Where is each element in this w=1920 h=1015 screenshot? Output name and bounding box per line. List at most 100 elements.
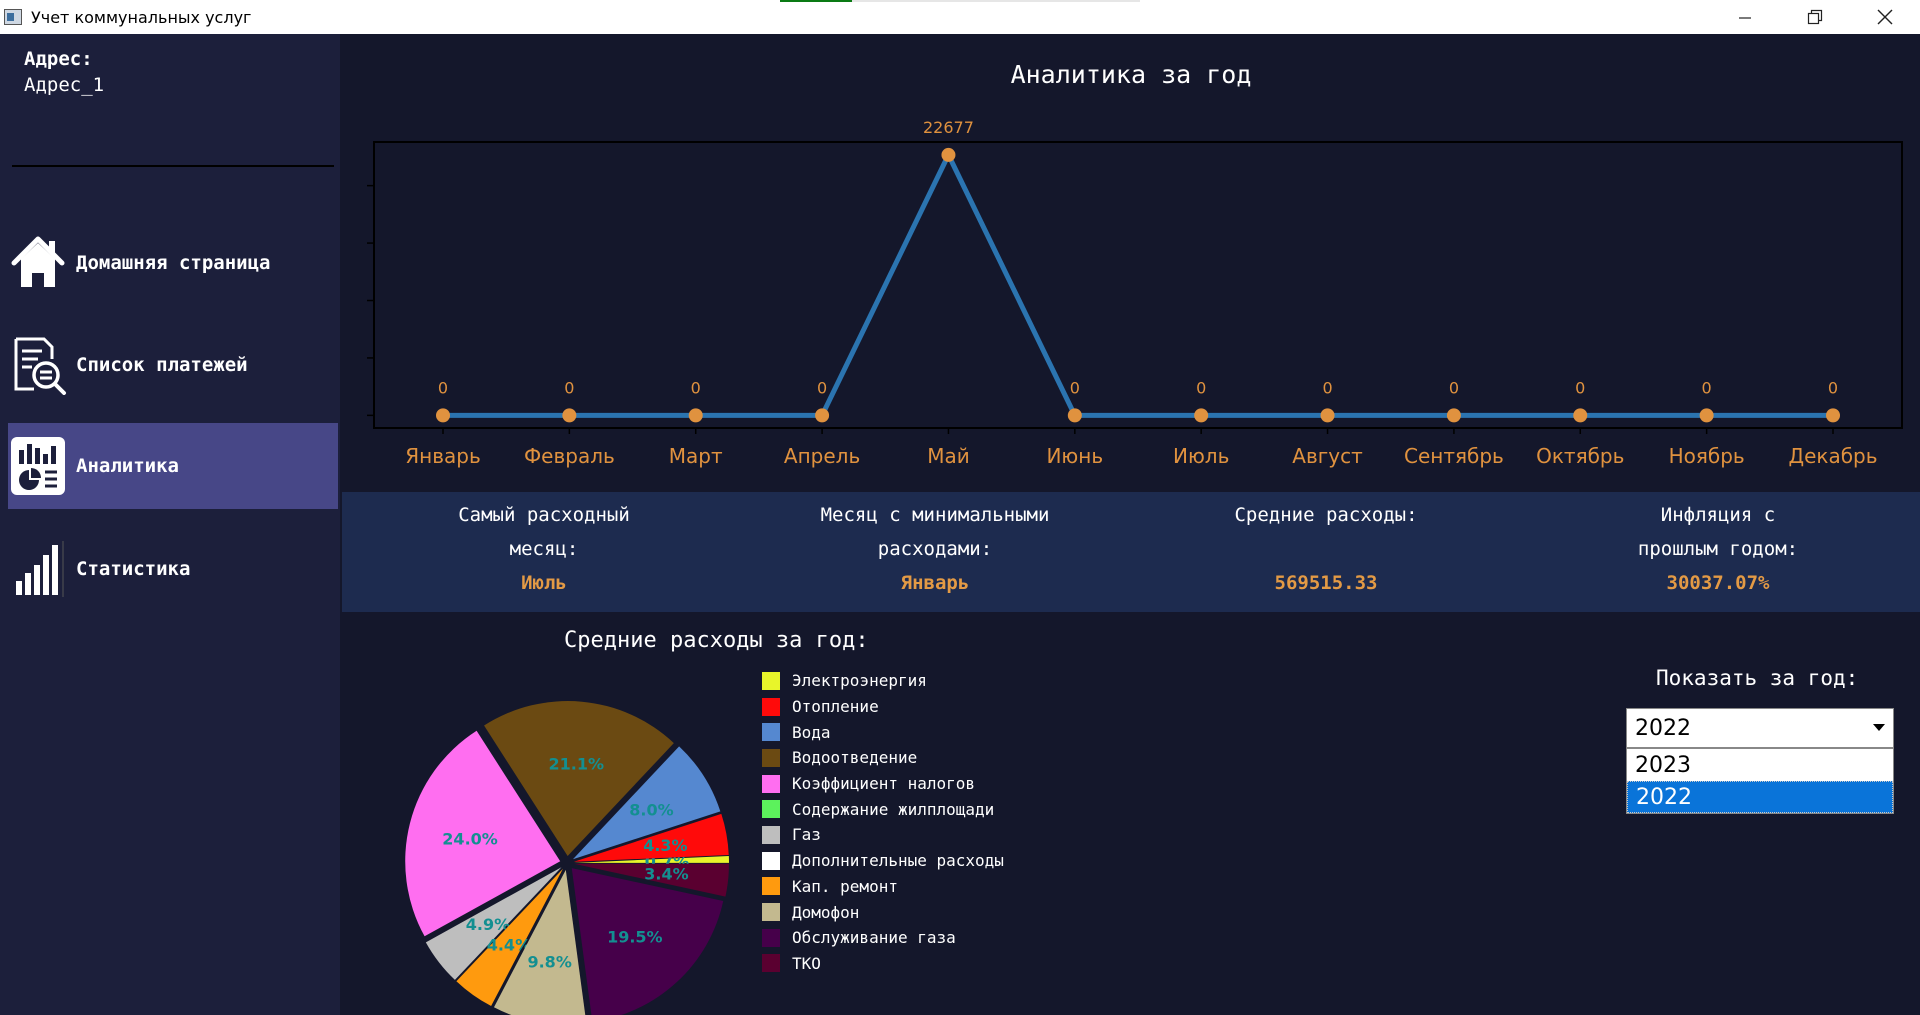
legend-label: Обслуживание газа: [792, 928, 956, 948]
data-point: [1446, 408, 1461, 423]
pie-pct-label: 3.4%: [644, 865, 688, 884]
data-label: 0: [1196, 378, 1206, 397]
stat-max-month: Самый расходный месяц: Июль: [384, 498, 704, 600]
data-point: [1194, 408, 1209, 423]
legend-label: Кап. ремонт: [792, 876, 898, 896]
pie-pct-label: 21.1%: [548, 754, 604, 773]
stat-average: Средние расходы: 569515.33: [1166, 498, 1486, 600]
data-point: [688, 408, 703, 423]
data-point: [436, 408, 450, 423]
legend-item: Коэффициент налогов: [762, 771, 1004, 797]
sidebar-item-home[interactable]: Домашняя страница: [8, 220, 338, 306]
sidebar-item-statistics[interactable]: Статистика: [8, 526, 338, 612]
close-button[interactable]: [1850, 0, 1920, 34]
stat-value: 569515.33: [1274, 572, 1378, 594]
stat-min-month: Месяц с минимальными расходами: Январь: [775, 498, 1095, 600]
legend-label: Содержание жилплощади: [792, 799, 995, 819]
legend-label: Коэффициент налогов: [792, 774, 976, 794]
stat-inflation: Инфляция с прошлым годом: 30037.07%: [1558, 498, 1878, 600]
legend-item: Отопление: [762, 694, 1004, 720]
plot-frame: [373, 141, 1903, 429]
legend-item: Электроэнергия: [762, 668, 1004, 694]
statistics-icon: [8, 539, 68, 599]
stat-value: 30037.07%: [1666, 572, 1770, 594]
data-point: [941, 147, 956, 162]
x-tick-label: Май: [927, 444, 970, 468]
data-label: 0: [1702, 378, 1712, 397]
data-label: 0: [817, 378, 827, 397]
sidebar-item-label: Аналитика: [76, 455, 179, 477]
pie-pct-label: 4.9%: [466, 915, 510, 934]
legend-swatch: [762, 954, 780, 973]
legend-swatch: [762, 671, 780, 690]
legend-label: Водоотведение: [792, 748, 918, 768]
legend-label: Домофон: [792, 902, 860, 922]
legend-item: Домофон: [762, 899, 1004, 925]
sidebar-item-analytics[interactable]: Аналитика: [8, 423, 338, 509]
pie-pct-label: 19.5%: [607, 927, 663, 946]
chevron-down-icon[interactable]: [1873, 724, 1885, 731]
legend-swatch: [762, 903, 780, 922]
year-options-list: 2023 2022: [1626, 748, 1894, 814]
pie-chart-title: Средние расходы за год:: [564, 628, 869, 653]
legend-label: Дополнительные расходы: [792, 851, 1004, 871]
legend-swatch: [762, 800, 780, 819]
stat-value: Январь: [900, 572, 970, 594]
loading-progress-bar: [780, 0, 1140, 2]
legend-item: Обслуживание газа: [762, 925, 1004, 951]
pie-pct-label: 4.3%: [643, 836, 687, 855]
data-point: [1573, 408, 1588, 423]
sidebar-item-payments[interactable]: Список платежей: [8, 322, 338, 408]
year-option-selected[interactable]: 2022: [1627, 781, 1893, 813]
legend-swatch: [762, 723, 780, 742]
legend-item: Газ: [762, 822, 1004, 848]
legend-swatch: [762, 697, 780, 716]
sidebar-divider: [12, 165, 334, 167]
legend-swatch: [762, 774, 780, 793]
legend-label: Электроэнергия: [792, 671, 927, 691]
x-tick-label: Июль: [1173, 444, 1229, 468]
minimize-button[interactable]: [1710, 0, 1780, 34]
x-tick-label: Апрель: [784, 444, 860, 468]
pie-pct-label: 24.0%: [442, 829, 498, 848]
stat-label: Самый расходный месяц:: [458, 504, 630, 560]
data-label: 0: [1449, 378, 1459, 397]
legend-label: Вода: [792, 722, 831, 742]
year-option[interactable]: 2023: [1627, 749, 1893, 781]
x-tick-label: Сентябрь: [1404, 444, 1504, 468]
legend-item: ТКО: [762, 951, 1004, 977]
restore-button[interactable]: [1780, 0, 1850, 34]
home-icon: [8, 233, 68, 293]
data-label: 0: [564, 378, 574, 397]
sidebar-item-label: Домашняя страница: [76, 252, 271, 274]
sidebar-item-label: Статистика: [76, 558, 191, 580]
data-point: [1067, 408, 1082, 423]
data-point: [1826, 408, 1840, 423]
loading-progress-fill: [780, 0, 852, 2]
data-label: 0: [691, 378, 701, 397]
pie-pct-label: 8.0%: [629, 800, 673, 819]
title-bar: Учет коммунальных услуг: [0, 0, 1920, 34]
x-tick-label: Март: [669, 444, 723, 468]
legend-swatch: [762, 825, 780, 844]
minimize-icon: [1739, 17, 1751, 19]
data-label: 22677: [923, 118, 974, 137]
x-tick-label: Ноябрь: [1669, 444, 1745, 468]
legend-label: Отопление: [792, 697, 879, 717]
legend-swatch: [762, 928, 780, 947]
year-select[interactable]: 2022: [1626, 708, 1894, 748]
x-tick-label: Январь: [405, 444, 481, 468]
data-point: [1320, 408, 1335, 423]
legend-item: Вода: [762, 719, 1004, 745]
address-label: Адрес:: [24, 48, 93, 70]
x-tick-label: Февраль: [524, 444, 615, 468]
stat-label: Средние расходы:: [1234, 504, 1418, 526]
data-label: 0: [1070, 378, 1080, 397]
stat-label: Инфляция с прошлым годом:: [1637, 504, 1799, 560]
payments-list-icon: [8, 335, 68, 395]
year-select-value: 2022: [1635, 715, 1691, 741]
data-label: 0: [1828, 378, 1838, 397]
stat-label: Месяц с минимальными расходами:: [820, 504, 1050, 560]
data-point: [815, 408, 830, 423]
legend-item: Водоотведение: [762, 745, 1004, 771]
